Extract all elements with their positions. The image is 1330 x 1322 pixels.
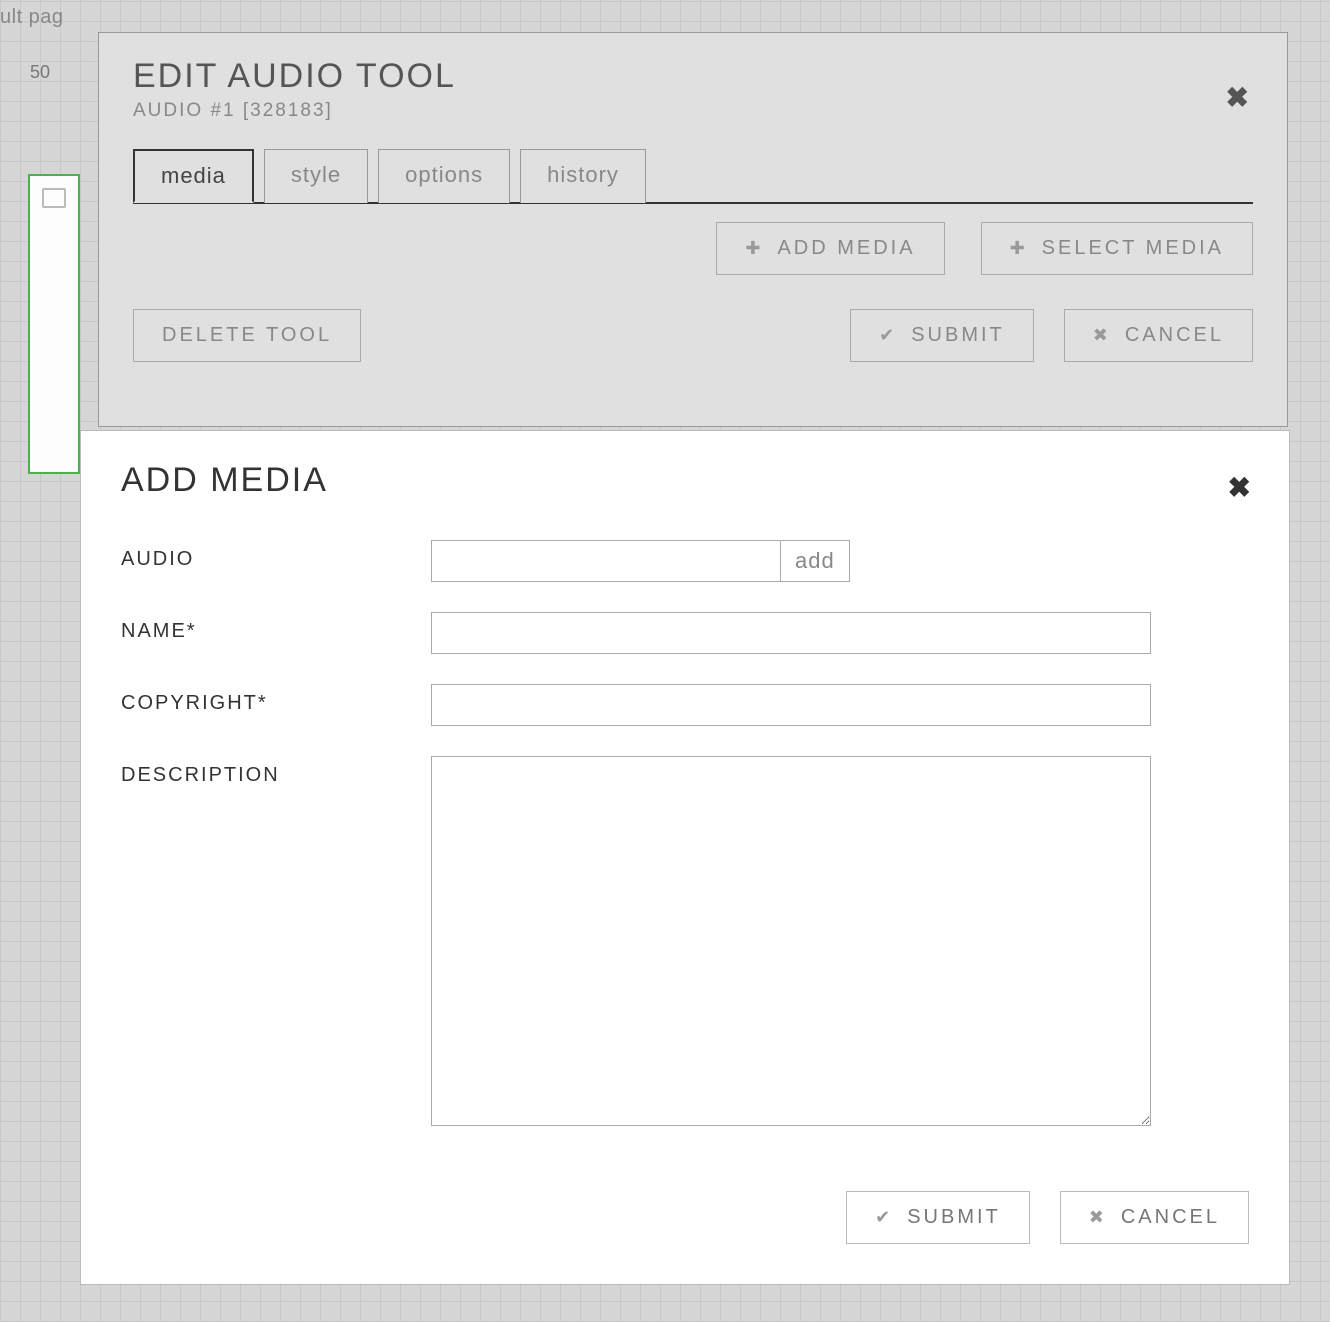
submit-label: SUBMIT [907, 1206, 1001, 1229]
close-icon[interactable]: ✖ [1226, 81, 1249, 114]
x-icon: ✖ [1089, 1207, 1107, 1228]
plus-icon: ✚ [745, 238, 763, 259]
audio-add-button[interactable]: add [781, 540, 850, 582]
edit-modal-subtitle: AUDIO #1 [328183] [133, 100, 1253, 122]
tab-bar: media style options history [133, 148, 1253, 204]
submit-button[interactable]: ✔ SUBMIT [846, 1191, 1030, 1244]
cancel-button[interactable]: ✖ CANCEL [1064, 309, 1253, 362]
check-icon: ✔ [875, 1207, 893, 1228]
cancel-button[interactable]: ✖ CANCEL [1060, 1191, 1249, 1244]
add-media-button[interactable]: ✚ ADD MEDIA [716, 222, 944, 275]
audio-label: AUDIO [121, 540, 431, 571]
selected-tool-outline[interactable] [28, 174, 80, 474]
check-icon: ✔ [879, 325, 897, 346]
add-modal-title: ADD MEDIA [121, 461, 1249, 500]
plus-icon: ✚ [1010, 238, 1028, 259]
cancel-label: CANCEL [1121, 1206, 1220, 1229]
page-label: ult pag [0, 6, 64, 29]
image-placeholder-icon [42, 188, 66, 208]
name-input[interactable] [431, 612, 1151, 654]
edit-audio-tool-modal: EDIT AUDIO TOOL AUDIO #1 [328183] ✖ medi… [98, 32, 1288, 427]
audio-input[interactable] [431, 540, 781, 582]
description-label: DESCRIPTION [121, 756, 431, 787]
edit-modal-title: EDIT AUDIO TOOL [133, 57, 1253, 96]
delete-tool-button[interactable]: DELETE TOOL [133, 309, 361, 362]
description-textarea[interactable] [431, 756, 1151, 1126]
copyright-label: COPYRIGHT* [121, 684, 431, 715]
select-media-button[interactable]: ✚ SELECT MEDIA [981, 222, 1253, 275]
submit-button[interactable]: ✔ SUBMIT [850, 309, 1034, 362]
delete-tool-label: DELETE TOOL [162, 324, 332, 347]
cancel-label: CANCEL [1125, 324, 1224, 347]
tab-style[interactable]: style [264, 149, 368, 203]
ruler-tick-50: 50 [30, 62, 50, 83]
tab-history[interactable]: history [520, 149, 646, 203]
select-media-label: SELECT MEDIA [1042, 237, 1224, 260]
submit-label: SUBMIT [911, 324, 1005, 347]
add-media-label: ADD MEDIA [777, 237, 915, 260]
tab-options[interactable]: options [378, 149, 510, 203]
name-label: NAME* [121, 612, 431, 643]
close-icon[interactable]: ✖ [1228, 471, 1251, 504]
add-media-modal: ADD MEDIA ✖ AUDIO add NAME* COPYRIGHT* [80, 430, 1290, 1285]
x-icon: ✖ [1093, 325, 1111, 346]
add-media-form: AUDIO add NAME* COPYRIGHT* DESCRIPTION [121, 540, 1249, 1244]
tab-media[interactable]: media [133, 149, 254, 203]
copyright-input[interactable] [431, 684, 1151, 726]
